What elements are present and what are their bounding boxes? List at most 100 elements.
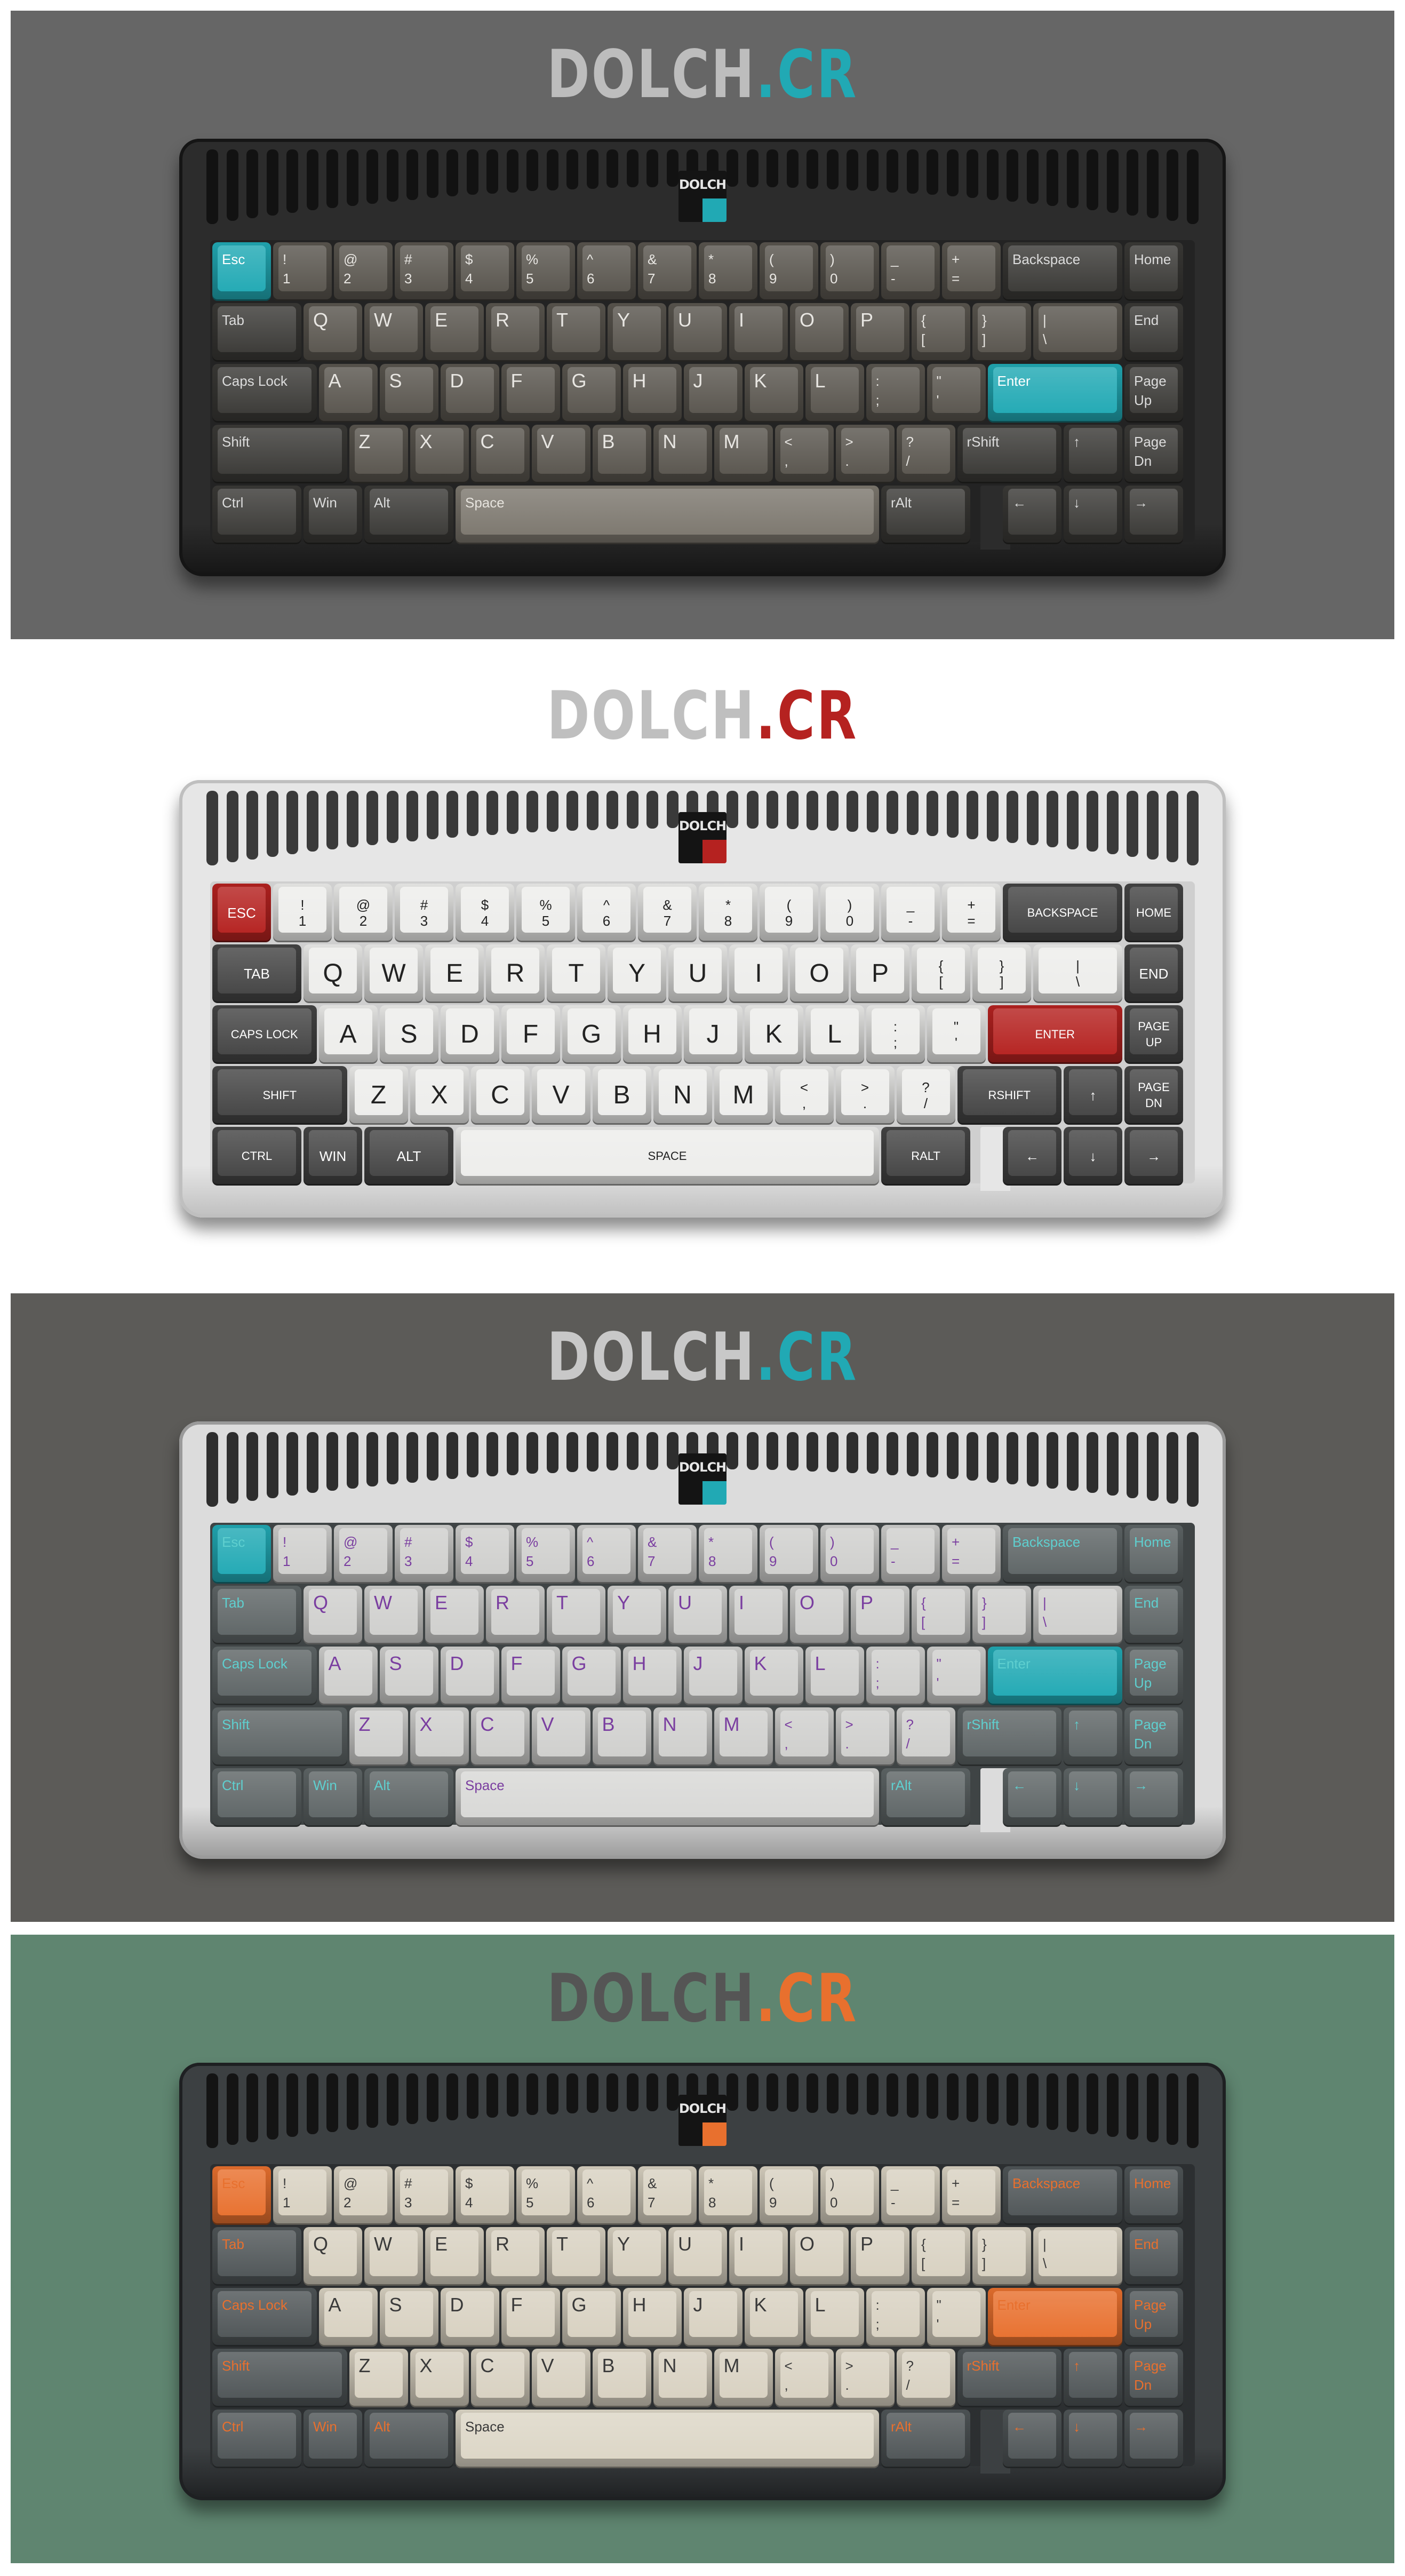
key-x-x[interactable]: : ; [866, 2288, 925, 2347]
key-x[interactable]: ← [1003, 1768, 1061, 1827]
key-x[interactable]: ↑ [1064, 2349, 1122, 2407]
key-o[interactable]: O [790, 2227, 849, 2286]
key-l[interactable]: L [805, 364, 864, 423]
key-n[interactable]: N [653, 2349, 712, 2407]
key-x--[interactable]: _ - [881, 2166, 940, 2225]
key-x-4[interactable]: $ 4 [456, 242, 514, 301]
key-x-4[interactable]: $ 4 [456, 1525, 514, 1584]
key-x-5[interactable]: % 5 [516, 2166, 575, 2225]
key-x-3[interactable]: # 3 [395, 2166, 453, 2225]
key-x-6[interactable]: ^ 6 [577, 2166, 636, 2225]
key-z[interactable]: Z [349, 2349, 408, 2407]
key-ralt[interactable]: rAlt [881, 486, 970, 544]
key-v[interactable]: V [531, 2349, 590, 2407]
key-page-dn[interactable]: Page Dn [1124, 2349, 1183, 2407]
key-x[interactable]: → [1124, 1127, 1183, 1186]
key-enter[interactable]: Enter [987, 2288, 1122, 2347]
key-t[interactable]: T [547, 2227, 605, 2286]
key-i[interactable]: I [729, 2227, 788, 2286]
key-u[interactable]: U [668, 944, 727, 1003]
key-esc[interactable]: ESC [212, 884, 271, 942]
key-x-1[interactable]: ! 1 [273, 2166, 332, 2225]
key-w[interactable]: W [364, 944, 423, 1003]
key-x-8[interactable]: * 8 [699, 2166, 757, 2225]
key-x-x[interactable]: " ' [927, 1647, 986, 1705]
key-e[interactable]: E [425, 2227, 484, 2286]
key-x--[interactable]: _ - [881, 1525, 940, 1584]
key-l[interactable]: L [805, 1005, 864, 1064]
key-x-9[interactable]: ( 9 [760, 242, 818, 301]
key-capsxlock[interactable]: Caps Lock [212, 1647, 317, 1705]
key-h[interactable]: H [622, 1005, 682, 1064]
key-x-x[interactable]: ? / [896, 425, 955, 483]
key-backspace[interactable]: BACKSPACE [1003, 884, 1122, 942]
key-v[interactable]: V [531, 1066, 590, 1125]
key-r[interactable]: R [486, 1586, 545, 1644]
key-x-6[interactable]: ^ 6 [577, 1525, 636, 1584]
key-n[interactable]: N [653, 1066, 712, 1125]
key-c[interactable]: C [470, 2349, 530, 2407]
key-x-x[interactable]: + = [942, 1525, 1001, 1584]
key-alt[interactable]: Alt [364, 1768, 453, 1827]
key-w[interactable]: W [364, 2227, 423, 2286]
key-x-2[interactable]: @ 2 [334, 2166, 393, 2225]
key-x-5[interactable]: % 5 [516, 242, 575, 301]
key-v[interactable]: V [531, 1707, 590, 1766]
key-a[interactable]: A [318, 2288, 378, 2347]
key-x-x[interactable]: + = [942, 242, 1001, 301]
key-y[interactable]: Y [608, 944, 666, 1003]
key-x-5[interactable]: % 5 [516, 884, 575, 942]
key-x[interactable]: X [410, 1707, 469, 1766]
key-g[interactable]: G [562, 1647, 621, 1705]
key-x[interactable]: → [1124, 2410, 1183, 2468]
key-x[interactable]: X [410, 2349, 469, 2407]
key-q[interactable]: Q [304, 944, 362, 1003]
key-x-x[interactable]: | \ [1033, 1586, 1122, 1644]
key-x-x[interactable]: + = [942, 2166, 1001, 2225]
key-v[interactable]: V [531, 425, 590, 483]
key-x-1[interactable]: ! 1 [273, 242, 332, 301]
key-x-x[interactable]: } ] [972, 1586, 1031, 1644]
key-d[interactable]: D [440, 364, 499, 423]
key-enter[interactable]: ENTER [987, 1005, 1122, 1064]
key-x-x[interactable]: } ] [972, 303, 1031, 362]
key-esc[interactable]: Esc [212, 2166, 271, 2225]
key-t[interactable]: T [547, 944, 605, 1003]
key-x-x[interactable]: : ; [866, 1005, 925, 1064]
key-x-8[interactable]: * 8 [699, 242, 757, 301]
key-ctrl[interactable]: Ctrl [212, 2410, 301, 2468]
key-u[interactable]: U [668, 303, 727, 362]
key-e[interactable]: E [425, 303, 484, 362]
key-x-x[interactable]: + = [942, 884, 1001, 942]
key-k[interactable]: K [744, 2288, 803, 2347]
key-x-x[interactable]: : ; [866, 1647, 925, 1705]
key-h[interactable]: H [622, 2288, 682, 2347]
key-d[interactable]: D [440, 1647, 499, 1705]
key-x-9[interactable]: ( 9 [760, 1525, 818, 1584]
key-p[interactable]: P [851, 944, 909, 1003]
key-w[interactable]: W [364, 1586, 423, 1644]
key-x-1[interactable]: ! 1 [273, 884, 332, 942]
key-x-x[interactable]: } ] [972, 944, 1031, 1003]
key-x-6[interactable]: ^ 6 [577, 884, 636, 942]
key-r[interactable]: R [486, 2227, 545, 2286]
key-page-dn[interactable]: Page Dn [1124, 425, 1183, 483]
key-c[interactable]: C [470, 425, 530, 483]
key-capsxlock[interactable]: Caps Lock [212, 2288, 317, 2347]
key-x-x[interactable]: | \ [1033, 2227, 1122, 2286]
key-rshift[interactable]: rShift [957, 1707, 1061, 1766]
key-x-x[interactable]: > . [835, 1707, 895, 1766]
key-x-x[interactable]: < , [775, 425, 834, 483]
key-x-3[interactable]: # 3 [395, 884, 453, 942]
key-x-4[interactable]: $ 4 [456, 884, 514, 942]
key-ralt[interactable]: rAlt [881, 1768, 970, 1827]
key-enter[interactable]: Enter [987, 1647, 1122, 1705]
key-x-x[interactable]: { [ [912, 303, 970, 362]
key-f[interactable]: F [501, 1647, 560, 1705]
key-end[interactable]: End [1124, 1586, 1183, 1644]
key-x[interactable]: ← [1003, 486, 1061, 544]
key-page-up[interactable]: Page Up [1124, 364, 1183, 423]
key-x[interactable]: → [1124, 1768, 1183, 1827]
key-shift[interactable]: SHIFT [212, 1066, 347, 1125]
key-backspace[interactable]: Backspace [1003, 242, 1122, 301]
